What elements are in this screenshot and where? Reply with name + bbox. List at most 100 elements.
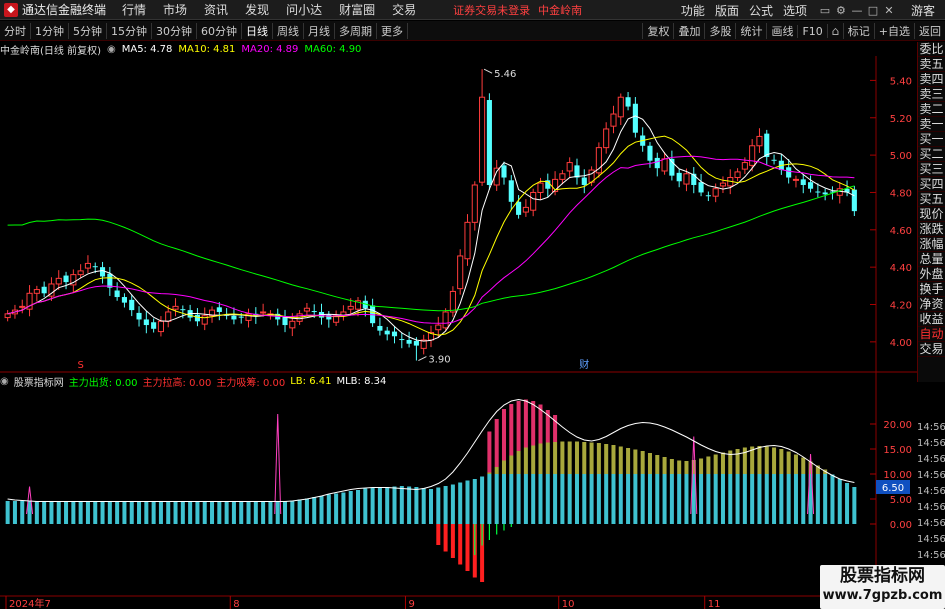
lb-high-bar xyxy=(655,455,660,474)
side-tab-1[interactable]: 卖五 xyxy=(918,57,945,72)
period-tab-daily[interactable]: 日线 xyxy=(242,22,273,39)
lb-high-bar xyxy=(487,472,492,474)
lb-bar xyxy=(5,501,10,524)
candle-body xyxy=(581,177,587,185)
side-tab-18[interactable]: 收益 xyxy=(918,312,945,327)
menu-item-function[interactable]: 功能 xyxy=(681,2,705,19)
candle-body xyxy=(63,275,69,283)
date-label: 11 xyxy=(708,599,721,609)
mark-button[interactable]: 标记 xyxy=(842,23,874,39)
lb-bar xyxy=(531,474,536,524)
screen-icon[interactable]: ▭ xyxy=(817,4,833,17)
period-tab-multi[interactable]: 多周期 xyxy=(335,22,377,39)
side-tab-20[interactable]: 交易 xyxy=(918,342,945,357)
lb-bar xyxy=(377,487,382,524)
absorb-bar xyxy=(436,524,441,545)
lb-bar xyxy=(326,494,331,524)
side-tab-14[interactable]: 总量 xyxy=(918,252,945,267)
lb-bar xyxy=(655,474,660,524)
side-tab-12[interactable]: 涨跌 xyxy=(918,222,945,237)
adjust-button[interactable]: 复权 xyxy=(642,23,673,39)
lb-high-bar xyxy=(779,449,784,474)
minimize-icon[interactable]: — xyxy=(849,4,865,17)
absorb-bar xyxy=(450,524,455,558)
sell-bar xyxy=(474,524,476,555)
lb-high-bar xyxy=(669,459,674,474)
menu-item-market[interactable]: 市场 xyxy=(163,1,187,18)
lb-bar xyxy=(195,501,200,524)
menu-item-wealth[interactable]: 财富圈 xyxy=(339,1,375,18)
side-tab-9[interactable]: 买四 xyxy=(918,177,945,192)
app-logo-icon: ◆ xyxy=(4,2,18,17)
candle-body xyxy=(822,192,828,195)
lb-high-bar xyxy=(516,451,521,474)
tick-time: 14:56 xyxy=(917,534,945,545)
gear-icon[interactable]: ⚙ xyxy=(833,4,849,17)
lb-bar xyxy=(363,488,368,524)
menu-item-formula[interactable]: 公式 xyxy=(749,2,773,19)
login-status[interactable]: 证券交易未登录 xyxy=(453,2,530,18)
side-tab-6[interactable]: 买一 xyxy=(918,132,945,147)
lb-bar xyxy=(428,489,434,524)
lb-bar xyxy=(151,501,156,524)
price-tick-label: 5.20 xyxy=(890,114,912,125)
period-tab-15min[interactable]: 15分钟 xyxy=(107,22,152,39)
lb-bar xyxy=(304,498,309,524)
period-tab-weekly[interactable]: 周线 xyxy=(273,22,304,39)
period-tab-5min[interactable]: 5分钟 xyxy=(69,22,107,39)
maximize-icon[interactable]: □ xyxy=(865,4,881,17)
side-tab-19[interactable]: 自动 xyxy=(918,327,945,342)
side-tab-2[interactable]: 卖四 xyxy=(918,72,945,87)
side-tab-15[interactable]: 外盘 xyxy=(918,267,945,282)
lock-icon[interactable]: ⌂ xyxy=(826,24,843,38)
side-tab-4[interactable]: 卖二 xyxy=(918,102,945,117)
candle-body xyxy=(756,135,763,147)
add-watchlist-button[interactable]: +自选 xyxy=(873,23,914,39)
side-tab-3[interactable]: 卖三 xyxy=(918,87,945,102)
period-tab-monthly[interactable]: 月线 xyxy=(304,22,335,39)
lb-high-bar xyxy=(735,449,740,474)
lb-bar xyxy=(582,474,587,524)
overlay-button[interactable]: 叠加 xyxy=(673,23,704,39)
price-tick-label: 5.40 xyxy=(890,76,912,87)
draw-line-button[interactable]: 画线 xyxy=(766,23,797,39)
candle-body xyxy=(537,182,544,193)
close-icon[interactable]: ✕ xyxy=(881,4,897,17)
period-tab-30min[interactable]: 30分钟 xyxy=(152,22,197,39)
menu-item-trade[interactable]: 交易 xyxy=(392,1,416,18)
period-tab-1min[interactable]: 1分钟 xyxy=(31,22,69,39)
lb-bar xyxy=(786,474,791,524)
side-tab-10[interactable]: 买五 xyxy=(918,192,945,207)
f10-button[interactable]: F10 xyxy=(797,24,826,38)
side-tab-13[interactable]: 涨幅 xyxy=(918,237,945,252)
period-tab-intraday[interactable]: 分时 xyxy=(0,22,31,39)
site-watermark: 股票指标网 www.7gpzb.com xyxy=(820,565,945,609)
candle-body xyxy=(676,172,682,182)
side-tab-7[interactable]: 买二 xyxy=(918,147,945,162)
guest-label[interactable]: 游客 xyxy=(911,2,935,19)
menu-item-discover[interactable]: 发现 xyxy=(245,1,269,18)
candle-body xyxy=(92,266,98,268)
period-tab-more[interactable]: 更多 xyxy=(377,22,408,39)
candle-body xyxy=(129,299,135,311)
tick-time: 14:56 xyxy=(917,550,945,561)
statistics-button[interactable]: 统计 xyxy=(735,23,766,39)
side-tab-17[interactable]: 净资 xyxy=(918,297,945,312)
kline-chart[interactable]: 4.00 4.20 4.40 4.60 4.80 5.00 5.20 5.40 0.00 5.00… xyxy=(0,56,917,609)
back-button[interactable]: 返回 xyxy=(914,23,945,39)
side-tab-0[interactable]: 委比 xyxy=(918,42,945,57)
menu-item-options[interactable]: 选项 xyxy=(783,2,807,19)
period-tab-60min[interactable]: 60分钟 xyxy=(197,22,242,39)
side-tab-11[interactable]: 现价 xyxy=(918,207,945,222)
menu-item-news[interactable]: 资讯 xyxy=(204,1,228,18)
chevron-down-icon[interactable]: ◉ xyxy=(107,44,116,55)
tick-time: 14:56 xyxy=(917,454,945,465)
menu-item-quotes[interactable]: 行情 xyxy=(122,1,146,18)
multi-stock-button[interactable]: 多股 xyxy=(704,23,735,39)
side-tab-8[interactable]: 买三 xyxy=(918,162,945,177)
lb-high-bar xyxy=(720,452,725,474)
menu-item-ask[interactable]: 问小达 xyxy=(286,1,322,18)
side-tab-5[interactable]: 卖一 xyxy=(918,117,945,132)
menu-item-layout[interactable]: 版面 xyxy=(715,2,739,19)
side-tab-16[interactable]: 换手 xyxy=(918,282,945,297)
